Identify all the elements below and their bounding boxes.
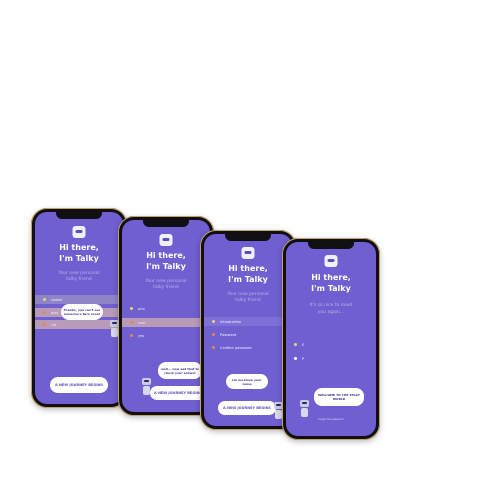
greeting-line1: Hi there,	[311, 273, 351, 282]
list-item[interactable]: Confirm password	[204, 343, 292, 352]
dot-icon	[43, 323, 46, 326]
phone-3-screen: Hi there, I'm Talky Your new personal ta…	[204, 234, 292, 426]
journey-button[interactable]: A NEW JOURNEY BEGINS	[218, 401, 276, 415]
list-item[interactable]: Password	[204, 330, 292, 339]
greeting-line1: Hi there,	[59, 243, 99, 252]
greeting-line1: Hi there,	[228, 264, 268, 273]
phone-4-screen: Hi there, I'm Talky It's so nice to meet…	[286, 242, 376, 436]
email-field[interactable]: E	[286, 340, 376, 349]
phone-mockup-4: Hi there, I'm Talky It's so nice to meet…	[282, 238, 380, 440]
phone-mockup-1: Hi there, I'm Talky Your new personal ta…	[31, 208, 127, 408]
subtitle-line2: talky friend	[153, 285, 179, 290]
dot-icon	[130, 321, 133, 324]
list-item[interactable]: Introduction	[204, 317, 292, 326]
dot-icon	[294, 343, 297, 346]
greeting-line2: I'm Talky	[228, 275, 268, 284]
list-item[interactable]: yes	[122, 331, 210, 340]
subtitle-line1: It's so nice to meet	[309, 303, 353, 308]
talky-logo-icon	[241, 247, 255, 259]
subtitle-line2: you again...	[317, 310, 345, 315]
phone-2-screen: Hi there, I'm Talky Your new personal ta…	[122, 220, 210, 412]
password-field[interactable]: P	[286, 354, 376, 363]
robot-mascot-icon	[298, 400, 311, 418]
dot-icon	[212, 320, 215, 323]
speech-bubble: well... now sad that to check your answe…	[158, 362, 202, 379]
phone-1-screen: Hi there, I'm Talky Your new personal ta…	[35, 212, 123, 404]
greeting-line1: Hi there,	[146, 251, 186, 260]
greeting-line2: I'm Talky	[59, 254, 99, 263]
speech-bubble: Thanks, you can't see someone's face soo…	[61, 304, 103, 320]
greeting-line2: I'm Talky	[311, 284, 351, 293]
forgot-password-link[interactable]: Forgot the password	[306, 418, 356, 421]
list-item[interactable]: sum	[122, 318, 210, 327]
list-item[interactable]: shalah	[35, 295, 123, 304]
talky-logo-icon	[324, 255, 338, 267]
journey-button[interactable]: A NEW JOURNEY BEGINS	[50, 377, 108, 393]
greeting-line2: I'm Talky	[146, 262, 186, 271]
journey-button[interactable]: A NEW JOURNEY BEGINS	[150, 386, 206, 400]
speech-bubble: WELCOME TO THE TALKY WORLD	[314, 388, 364, 406]
talky-logo-icon	[72, 226, 86, 238]
dot-icon	[212, 333, 215, 336]
dot-icon	[294, 357, 297, 360]
subtitle-line2: talky friend	[66, 277, 92, 282]
speech-bubble: let me know your name	[226, 374, 268, 389]
list-item[interactable]: pho	[122, 304, 210, 313]
dot-icon	[130, 307, 133, 310]
dot-icon	[43, 311, 46, 314]
dot-icon	[43, 298, 46, 301]
dot-icon	[130, 334, 133, 337]
dot-icon	[212, 346, 215, 349]
subtitle-line2: talky friend	[235, 298, 261, 303]
talky-logo-icon	[159, 234, 173, 246]
